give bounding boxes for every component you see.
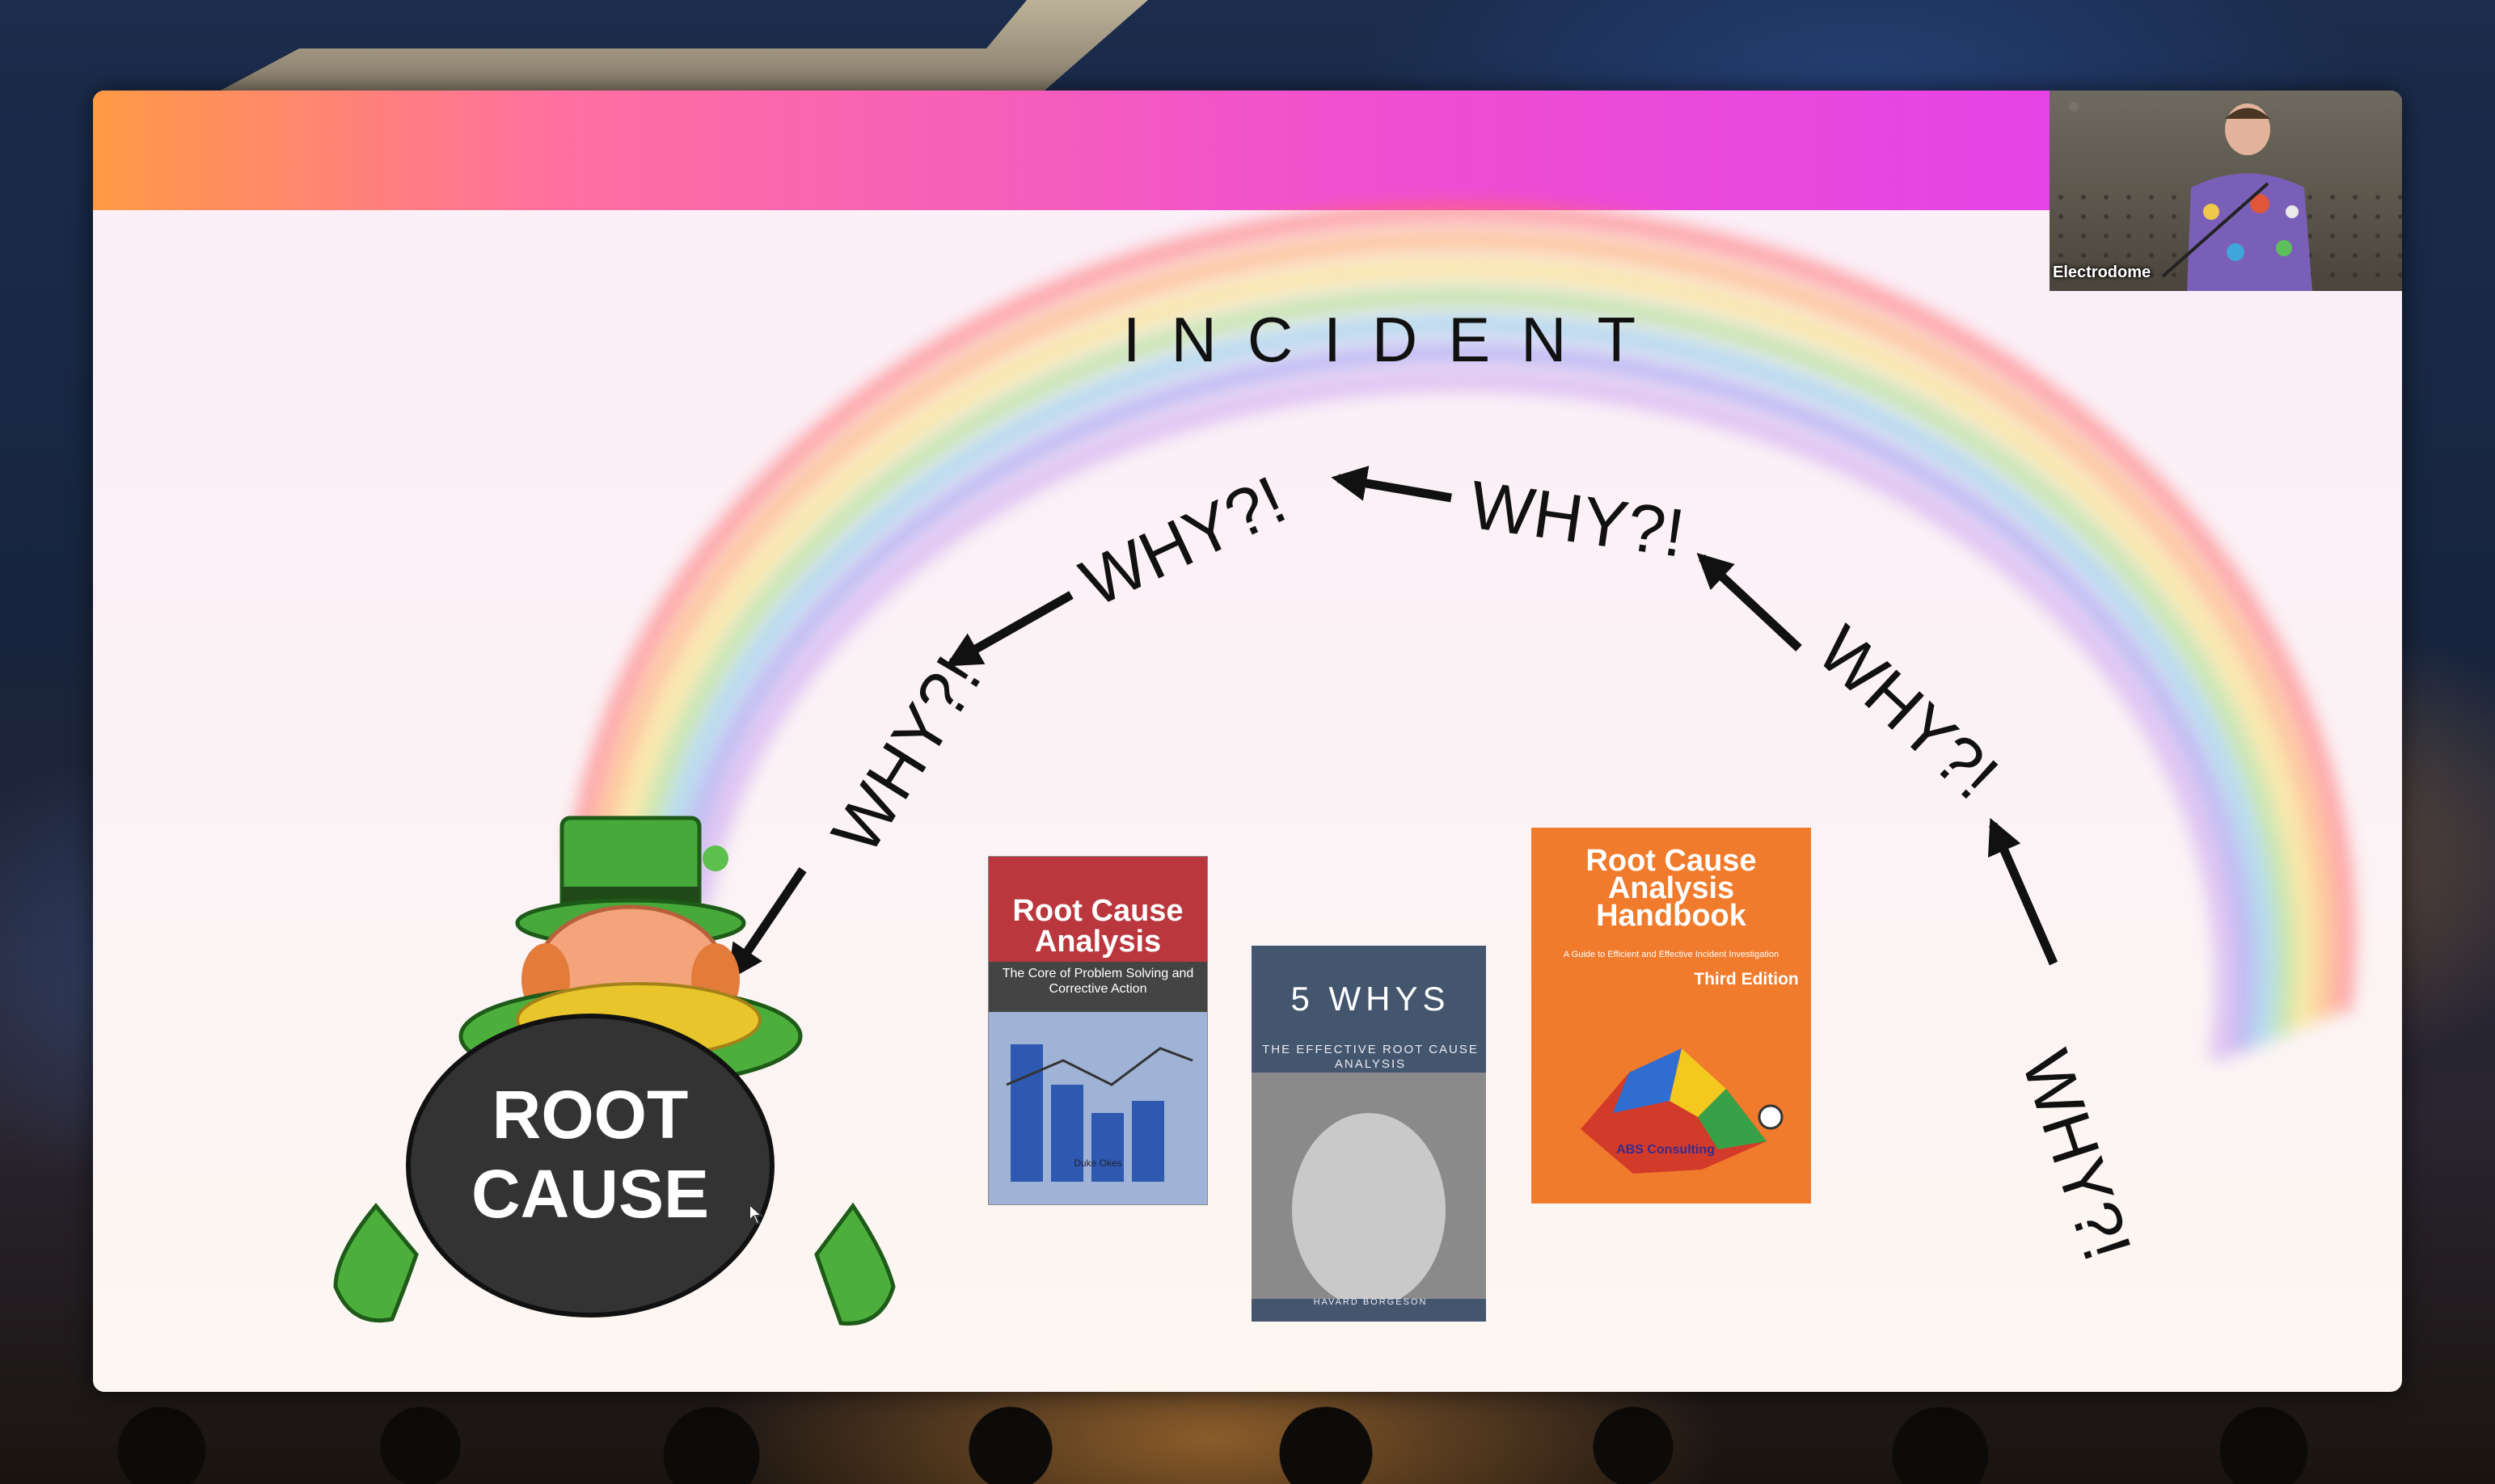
leprechaun-illustration xyxy=(333,816,896,1326)
pot-label-cause: CAUSE xyxy=(471,1156,710,1232)
webcam-label: Electrodome xyxy=(2053,263,2151,281)
pot-label: ROOT CAUSE xyxy=(453,1075,728,1233)
speaker-figure xyxy=(2161,103,2312,291)
book-3-publisher: ABS Consulting xyxy=(1616,1143,1715,1157)
why-label-2: WHY?! xyxy=(1804,611,2013,813)
why-label-1: WHY?! xyxy=(2007,1042,2147,1270)
book-2-subtitle: THE EFFECTIVE ROOT CAUSE ANALYSIS xyxy=(1262,1043,1479,1071)
arrow-1 xyxy=(1987,817,2058,966)
mouse-cursor-icon xyxy=(749,1203,764,1225)
arrow-2 xyxy=(1696,552,1802,652)
book-1-author: Duke Okes xyxy=(1074,1157,1122,1169)
book-1-title: Root Cause Analysis xyxy=(1012,894,1184,959)
why-label-3: WHY?! xyxy=(1465,466,1689,571)
book-2-author: HAVARD BORGESON xyxy=(1313,1297,1428,1307)
arrow-3 xyxy=(1331,466,1452,503)
arrow-4 xyxy=(945,591,1074,667)
why-label-5: WHY?! xyxy=(817,643,996,866)
why-label-4: WHY?! xyxy=(1070,462,1297,622)
book-3-title: Root Cause Analysis Handbook xyxy=(1585,844,1757,933)
book-3-subtitle: A Guide to Efficient and Effective Incid… xyxy=(1563,950,1779,959)
webcam-feed: Electrodome xyxy=(2050,91,2402,291)
book-2-title: 5 WHYS xyxy=(1290,980,1450,1018)
book-3-edition: Third Edition xyxy=(1694,970,1799,989)
pot-label-root: ROOT xyxy=(492,1077,689,1153)
book-1-subtitle: The Core of Problem Solving and Correcti… xyxy=(1002,967,1194,996)
incident-headline: INCIDENT xyxy=(1123,304,1666,375)
